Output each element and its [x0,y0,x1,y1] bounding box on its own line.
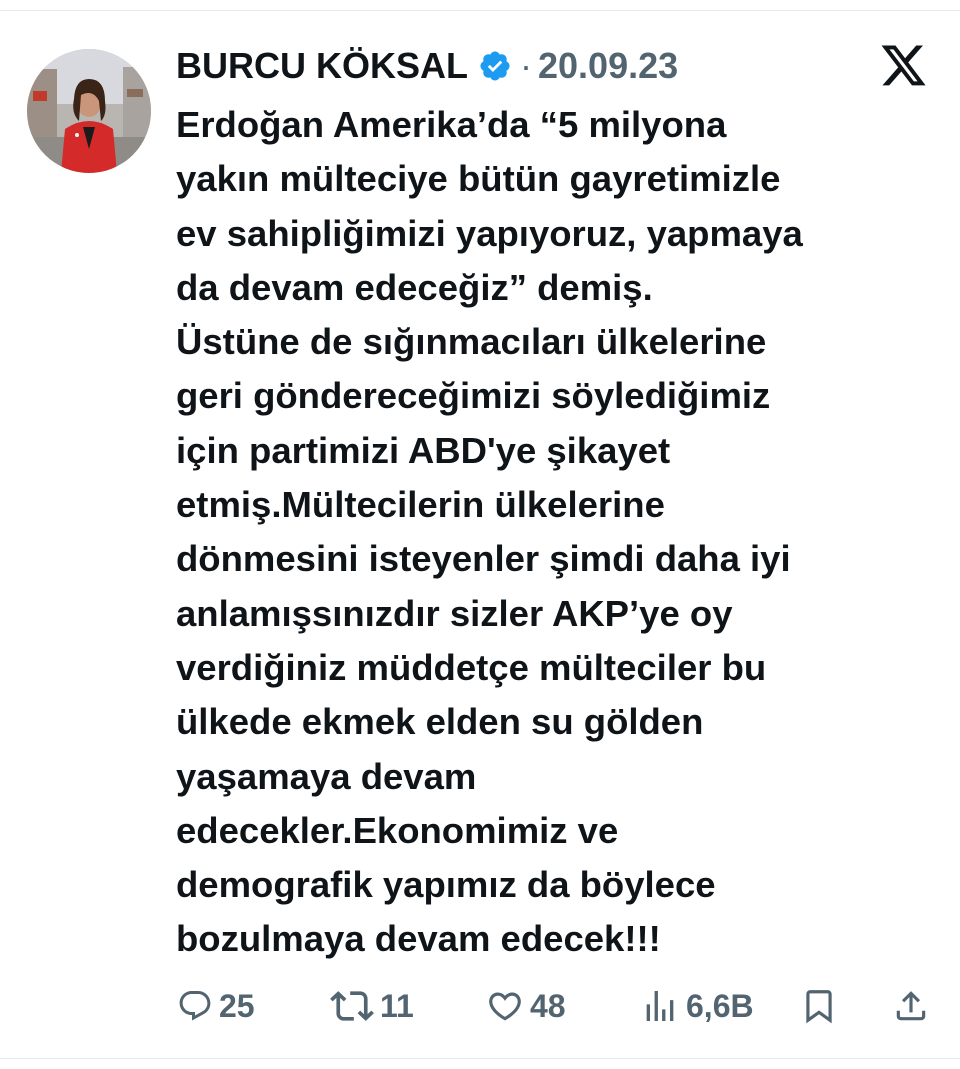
tweet-line: geri göndereceğimizi söylediğimiz [176,375,771,417]
like-button[interactable]: 48 [486,980,566,1032]
bottom-divider [0,1058,960,1059]
action-bar: 25 11 48 6,6B [0,980,960,1032]
like-count: 48 [530,987,566,1024]
repost-button[interactable]: 11 [330,980,414,1032]
tweet-date[interactable]: 20.09.23 [538,45,678,87]
tweet-line: demografik yapımız da böylece [176,864,716,906]
tweet-line: anlamışsınızdır sizler AKP’ye oy [176,592,733,634]
views-chart-icon [640,986,680,1026]
avatar-photo [27,49,151,173]
tweet-line: da devam edeceğiz” demiş. [176,266,653,308]
tweet-text: Erdoğan Amerika’da “5 milyona yakın mült… [176,98,946,967]
tweet-line: için partimizi ABD'ye şikayet [176,429,671,471]
tweet-line: Üstüne de sığınmacıları ülkelerine [176,321,767,363]
tweet-line: yaşamaya devam [176,755,477,797]
author-name[interactable]: BURCU KÖKSAL [176,45,468,87]
tweet-line: Erdoğan Amerika’da “5 milyona [176,104,727,145]
separator-dot: · [520,45,532,86]
repost-icon [330,984,374,1028]
reply-count: 25 [219,987,255,1024]
tweet-line: dönmesini isteyenler şimdi daha iyi [176,538,791,580]
reply-icon [177,988,213,1024]
tweet-line: verdiğiniz müddetçe mülteciler bu [176,646,767,688]
share-button[interactable] [892,980,930,1032]
tweet-line: ev sahipliğimizi yapıyoruz, yapmaya [176,212,803,254]
tweet-line: ülkede ekmek elden su gölden [176,701,704,743]
heart-icon [486,987,524,1025]
reply-button[interactable]: 25 [177,980,255,1032]
bookmark-button[interactable] [800,980,838,1032]
tweet-header: BURCU KÖKSAL · 20.09.23 [176,40,678,92]
bookmark-icon [800,987,838,1025]
tweet-line: yakın mülteciye bütün gayretimizle [176,158,781,200]
tweet-line: bozulmaya devam edecek!!! [176,918,661,960]
tweet-line: etmiş.Mültecilerin ülkelerine [176,484,665,526]
verified-badge-icon [478,49,512,83]
x-logo-icon[interactable] [879,45,928,90]
views-count: 6,6B [686,987,754,1024]
top-divider [0,10,960,11]
repost-count: 11 [380,987,414,1024]
avatar[interactable] [27,49,151,173]
views-button[interactable]: 6,6B [640,980,754,1032]
tweet-line: edecekler.Ekonomimiz ve [176,809,619,851]
share-icon [892,987,930,1025]
